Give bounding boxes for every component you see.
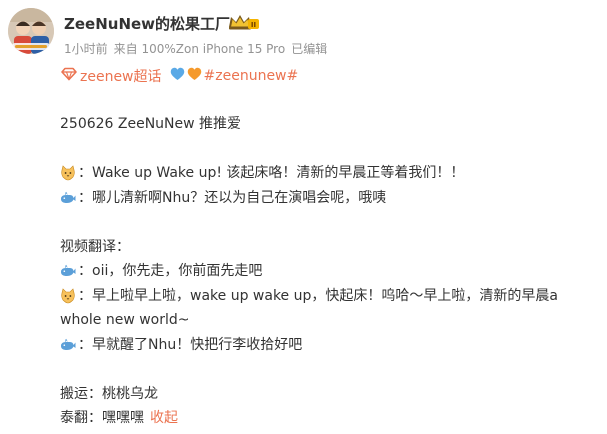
content-text: ：早上啦早上啦，wake up wake up，快起床！呜哈～早上啦，清新的早晨…: [78, 287, 558, 304]
post-meta: 1小时前 来自 100%Zon iPhone 15 Pro 已编辑: [64, 40, 333, 57]
avatar-image: [8, 8, 54, 54]
topic-line: zeenew超话 #zeenunew#: [60, 66, 298, 86]
content-text: 泰翻：嘿嘿嘿: [60, 410, 144, 426]
content-text: ：oii，你先走，你前面先走吧: [78, 263, 263, 279]
content-text: ：哪儿清新啊Nhu？还以为自己在演唱会呢，哦咦: [78, 189, 387, 206]
weibo-post: ZeeNuNew的松果工厂 II 1小时前 来自 100%Zon iPhone 1…: [0, 0, 607, 434]
edited-label[interactable]: 已编辑: [291, 42, 327, 56]
blue-heart-icon: [170, 67, 185, 85]
hashtag-link[interactable]: #zeenunew#: [204, 68, 299, 84]
cat-face-icon: [60, 165, 76, 181]
content-line: whole new world~: [60, 312, 190, 328]
post-content: 250626 ZeeNuNew 推推爱 ：Wake up Wake up! 该起…: [60, 112, 600, 431]
diamond-topic-icon: [60, 67, 78, 85]
collapse-button[interactable]: 收起: [150, 406, 178, 431]
content-line: 泰翻：嘿嘿嘿 收起: [60, 406, 600, 431]
avatar[interactable]: [8, 8, 54, 54]
content-line: ：哪儿清新啊Nhu？还以为自己在演唱会呢，哦咦: [60, 186, 600, 211]
content-line: ：早就醒了Nhu！快把行李收拾好吧: [60, 333, 600, 358]
content-line: ：oii，你先走，你前面先走吧: [60, 259, 600, 284]
orange-heart-icon: [187, 67, 202, 85]
whale-icon: [60, 263, 76, 279]
cat-face-icon: [60, 288, 76, 304]
content-line: 250626 ZeeNuNew 推推爱: [60, 116, 242, 132]
content-line: ：Wake up Wake up! 该起床咯！清新的早晨正等着我们！！: [60, 161, 600, 186]
post-timestamp[interactable]: 1小时前: [64, 42, 108, 56]
post-source: 来自 100%Zon iPhone 15 Pro: [113, 42, 286, 56]
whale-icon: [60, 190, 76, 206]
content-text: ：早就醒了Nhu！快把行李收拾好吧: [78, 336, 303, 353]
crown-badge-icon[interactable]: II: [228, 13, 260, 31]
content-line: ：早上啦早上啦，wake up wake up，快起床！呜哈～早上啦，清新的早晨…: [60, 284, 600, 309]
whale-icon: [60, 337, 76, 353]
content-text: ：Wake up Wake up! 该起床咯！清新的早晨正等着我们！！: [78, 165, 465, 181]
vip-level-text: II: [251, 21, 256, 29]
content-line: 视频翻译：: [60, 238, 130, 255]
username[interactable]: ZeeNuNew的松果工厂: [64, 13, 230, 34]
super-topic-link[interactable]: zeenew超话: [80, 66, 162, 86]
content-line: 搬运：桃桃乌龙: [60, 385, 158, 402]
